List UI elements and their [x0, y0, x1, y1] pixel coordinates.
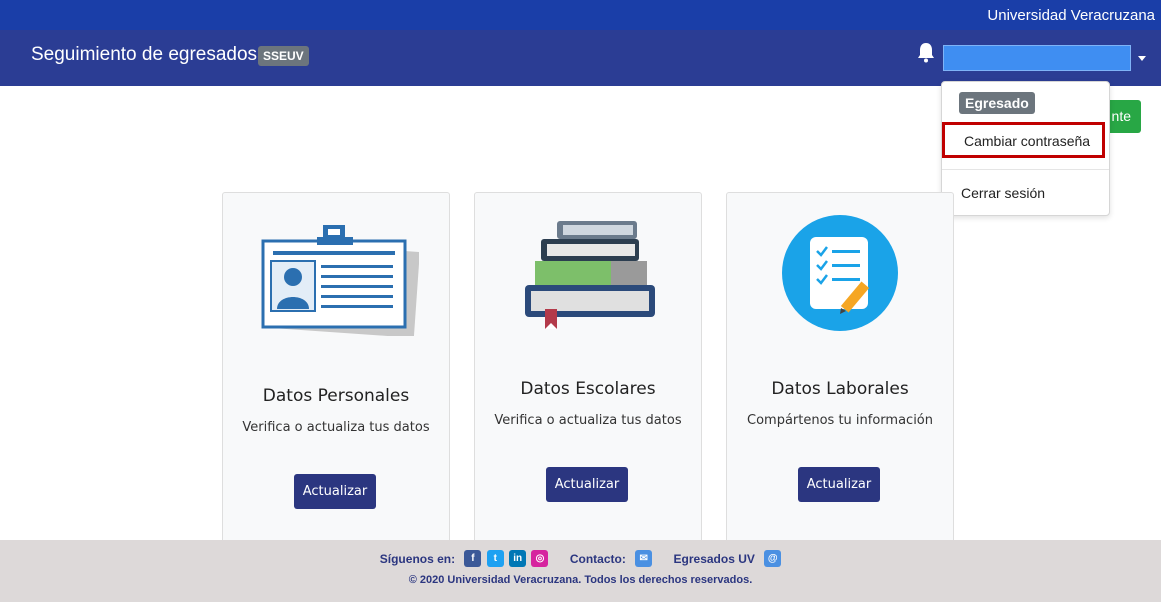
- books-icon: [525, 221, 655, 329]
- bell-icon[interactable]: [915, 41, 937, 63]
- card-title: Datos Escolares: [520, 379, 656, 399]
- checklist-icon: [782, 215, 898, 331]
- update-work-button[interactable]: Actualizar: [798, 467, 880, 502]
- update-school-button[interactable]: Actualizar: [546, 467, 628, 502]
- logout-label: Cerrar sesión: [961, 185, 1046, 201]
- footer: Síguenos en: f t in ◎ Contacto: ✉ Egresa…: [0, 540, 1161, 602]
- card-datos-escolares: Datos Escolares Verifica o actualiza tus…: [474, 192, 702, 554]
- card-datos-laborales: Datos Laborales Compártenos tu informaci…: [726, 192, 954, 554]
- app-title[interactable]: Seguimiento de egresados: [31, 44, 257, 66]
- globe-icon[interactable]: @: [764, 550, 782, 567]
- change-password-label: Cambiar contraseña: [964, 133, 1091, 149]
- chevron-down-icon[interactable]: [1138, 56, 1146, 61]
- app-badge: SSEUV: [258, 46, 309, 66]
- contact-label: Contacto:: [569, 551, 626, 566]
- footer-links-row: Síguenos en: f t in ◎ Contacto: ✉ Egresa…: [0, 550, 1161, 570]
- copyright-text: © 2020 Universidad Veracruzana. Todos lo…: [408, 574, 753, 586]
- user-menu-toggle[interactable]: [943, 45, 1131, 71]
- id-card-icon: [261, 225, 419, 336]
- change-password-item[interactable]: Cambiar contraseña: [942, 122, 1105, 158]
- card-text: Verifica o actualiza tus datos: [242, 420, 430, 435]
- follow-label: Síguenos en:: [379, 551, 456, 566]
- top-strip: Universidad Veracruzana: [0, 0, 1161, 30]
- card-text: Verifica o actualiza tus datos: [494, 413, 682, 428]
- facebook-icon[interactable]: f: [464, 550, 482, 567]
- mail-icon[interactable]: ✉: [635, 550, 653, 567]
- update-personal-button[interactable]: Actualizar: [294, 474, 376, 509]
- card-title: Datos Laborales: [771, 379, 909, 399]
- dropdown-divider: [942, 169, 1109, 170]
- green-action-label: nte: [1111, 108, 1131, 124]
- card-title: Datos Personales: [262, 386, 410, 406]
- egresados-label: Egresados UV: [673, 551, 755, 566]
- university-name: Universidad Veracruzana: [987, 7, 1155, 24]
- twitter-icon[interactable]: t: [486, 550, 504, 567]
- user-dropdown-menu: Egresado Cambiar contraseña Cerrar sesió…: [941, 81, 1110, 216]
- dropdown-role-badge: Egresado: [959, 92, 1035, 114]
- card-datos-personales: Datos Personales Verifica o actualiza tu…: [222, 192, 450, 554]
- linkedin-icon[interactable]: in: [509, 550, 527, 567]
- logout-item[interactable]: Cerrar sesión: [942, 177, 1109, 207]
- card-text: Compártenos tu información: [747, 413, 933, 428]
- instagram-icon[interactable]: ◎: [531, 550, 549, 567]
- app-header: Seguimiento de egresados SSEUV: [0, 30, 1161, 86]
